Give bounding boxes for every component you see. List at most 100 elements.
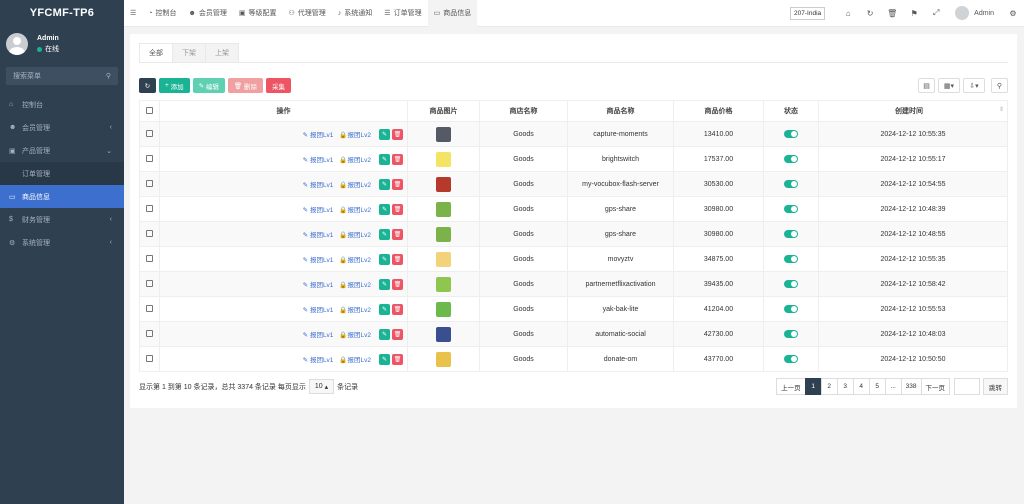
filter-tab-0[interactable]: 全部 [139, 43, 173, 63]
status-toggle[interactable] [784, 205, 798, 213]
page-button[interactable]: ... [884, 378, 902, 395]
filter-tab-1[interactable]: 下架 [172, 43, 206, 63]
status-toggle[interactable] [784, 355, 798, 363]
translate-icon[interactable]: ⚑ [903, 9, 925, 18]
row-checkbox[interactable] [146, 304, 153, 312]
delete-row-button[interactable]: 🗑 [392, 153, 403, 165]
delete-row-button[interactable]: 🗑 [392, 128, 403, 140]
row-select-cell[interactable] [139, 346, 160, 372]
status-toggle[interactable] [784, 230, 798, 238]
select-all-checkbox[interactable] [146, 106, 153, 114]
select-all-cell[interactable] [139, 100, 160, 122]
top-tab-3[interactable]: ⚇ 代理管理 [283, 0, 332, 27]
sidebar-item-2[interactable]: ▣ 产品管理 ⌄ [0, 139, 124, 162]
group-lv2-link[interactable]: 🔒报团Lv2 [339, 254, 371, 264]
status-toggle[interactable] [784, 330, 798, 338]
page-jump-input[interactable] [954, 378, 980, 395]
group-lv2-link[interactable]: 🔒报团Lv2 [339, 129, 371, 139]
row-select-cell[interactable] [139, 196, 160, 222]
row-checkbox[interactable] [146, 279, 153, 287]
top-tab-6[interactable]: ▭ 商品信息 [427, 0, 478, 27]
status-toggle[interactable] [784, 155, 798, 163]
status-toggle[interactable] [784, 255, 798, 263]
menu-search-input[interactable]: 搜索菜单 ⚲ [6, 67, 118, 85]
edit-row-button[interactable]: ✎ [379, 153, 390, 165]
page-button[interactable]: 3 [836, 378, 854, 395]
row-checkbox[interactable] [146, 204, 153, 212]
group-lv2-link[interactable]: 🔒报团Lv2 [339, 354, 371, 364]
row-select-cell[interactable] [139, 321, 160, 347]
top-tab-4[interactable]: ♪ 系统通知 [332, 0, 379, 27]
edit-row-button[interactable]: ✎ [379, 203, 390, 215]
status-toggle[interactable] [784, 305, 798, 313]
page-button[interactable]: 1 [804, 378, 822, 395]
page-jump-button[interactable]: 跳转 [983, 378, 1008, 395]
search-icon[interactable]: ⚲ [991, 78, 1008, 93]
edit-row-button[interactable]: ✎ [379, 128, 390, 140]
next-page-button[interactable]: 下一页 [920, 378, 950, 395]
page-button[interactable]: 4 [852, 378, 870, 395]
row-checkbox[interactable] [146, 229, 153, 237]
top-tab-1[interactable]: ☻ 会员管理 [183, 0, 233, 27]
prev-page-button[interactable]: 上一页 [776, 378, 806, 395]
group-lv1-link[interactable]: ✎ 报团Lv1 [303, 179, 334, 189]
delete-row-button[interactable]: 🗑 [392, 278, 403, 290]
delete-button[interactable]: 🗑 删除 [227, 78, 263, 93]
page-button[interactable]: 338 [900, 378, 922, 395]
row-select-cell[interactable] [139, 171, 160, 197]
settings-icon[interactable]: ⚙ [1002, 9, 1024, 18]
top-tab-2[interactable]: ▣ 等级配置 [233, 0, 283, 27]
row-checkbox[interactable] [146, 129, 153, 137]
edit-row-button[interactable]: ✎ [379, 328, 390, 340]
group-lv1-link[interactable]: ✎ 报团Lv1 [303, 204, 334, 214]
group-lv1-link[interactable]: ✎ 报团Lv1 [303, 154, 334, 164]
delete-row-button[interactable]: 🗑 [392, 253, 403, 265]
group-lv2-link[interactable]: 🔒报团Lv2 [339, 179, 371, 189]
header-created[interactable]: 创建时间 ⇕ [818, 100, 1008, 122]
page-button[interactable]: 2 [820, 378, 838, 395]
group-lv1-link[interactable]: ✎ 报团Lv1 [303, 279, 334, 289]
row-select-cell[interactable] [139, 146, 160, 172]
group-lv2-link[interactable]: 🔒报团Lv2 [339, 329, 371, 339]
group-lv2-link[interactable]: 🔒报团Lv2 [339, 279, 371, 289]
trash-icon[interactable]: 🗑 [881, 9, 903, 18]
region-select[interactable]: 207-India [790, 6, 826, 20]
group-lv2-link[interactable]: 🔒报团Lv2 [339, 154, 371, 164]
delete-row-button[interactable]: 🗑 [392, 203, 403, 215]
export-icon[interactable]: ⇩▾ [963, 78, 985, 93]
row-checkbox[interactable] [146, 254, 153, 262]
group-lv1-link[interactable]: ✎ 报团Lv1 [303, 304, 334, 314]
sidebar-item-3[interactable]: 订单管理 [0, 162, 124, 185]
edit-row-button[interactable]: ✎ [379, 253, 390, 265]
edit-row-button[interactable]: ✎ [379, 303, 390, 315]
top-user-menu[interactable]: Admin [955, 6, 994, 20]
sidebar-item-5[interactable]: $ 财务管理 ‹ [0, 208, 124, 231]
top-tab-0[interactable]: ◔ 控制台 [142, 0, 182, 27]
page-size-select[interactable]: 10 ▴ [308, 379, 335, 394]
row-select-cell[interactable] [139, 121, 160, 147]
sidebar-item-6[interactable]: ⚙ 系统管理 ‹ [0, 231, 124, 254]
group-lv1-link[interactable]: ✎ 报团Lv1 [303, 254, 334, 264]
edit-row-button[interactable]: ✎ [379, 278, 390, 290]
group-lv1-link[interactable]: ✎ 报团Lv1 [303, 354, 334, 364]
edit-button[interactable]: ✎ 编辑 [192, 78, 225, 93]
edit-row-button[interactable]: ✎ [379, 353, 390, 365]
group-lv2-link[interactable]: 🔒报团Lv2 [339, 304, 371, 314]
group-lv2-link[interactable]: 🔒报团Lv2 [339, 229, 371, 239]
row-select-cell[interactable] [139, 246, 160, 272]
delete-row-button[interactable]: 🗑 [392, 303, 403, 315]
menu-toggle-icon[interactable]: ☰ [124, 0, 142, 27]
collect-button[interactable]: 采集 [265, 78, 291, 93]
sidebar-item-1[interactable]: ☻ 会员管理 ‹ [0, 116, 124, 139]
status-toggle[interactable] [784, 130, 798, 138]
group-lv2-link[interactable]: 🔒报团Lv2 [339, 204, 371, 214]
columns-icon[interactable]: ▦▾ [938, 78, 960, 93]
row-checkbox[interactable] [146, 154, 153, 162]
top-tab-5[interactable]: ☰ 订单管理 [378, 0, 427, 27]
sidebar-item-0[interactable]: ⌂ 控制台 [0, 93, 124, 116]
status-toggle[interactable] [784, 280, 798, 288]
row-select-cell[interactable] [139, 221, 160, 247]
sidebar-item-4[interactable]: ▭ 商品信息 [0, 185, 124, 208]
edit-row-button[interactable]: ✎ [379, 228, 390, 240]
group-lv1-link[interactable]: ✎ 报团Lv1 [303, 329, 334, 339]
